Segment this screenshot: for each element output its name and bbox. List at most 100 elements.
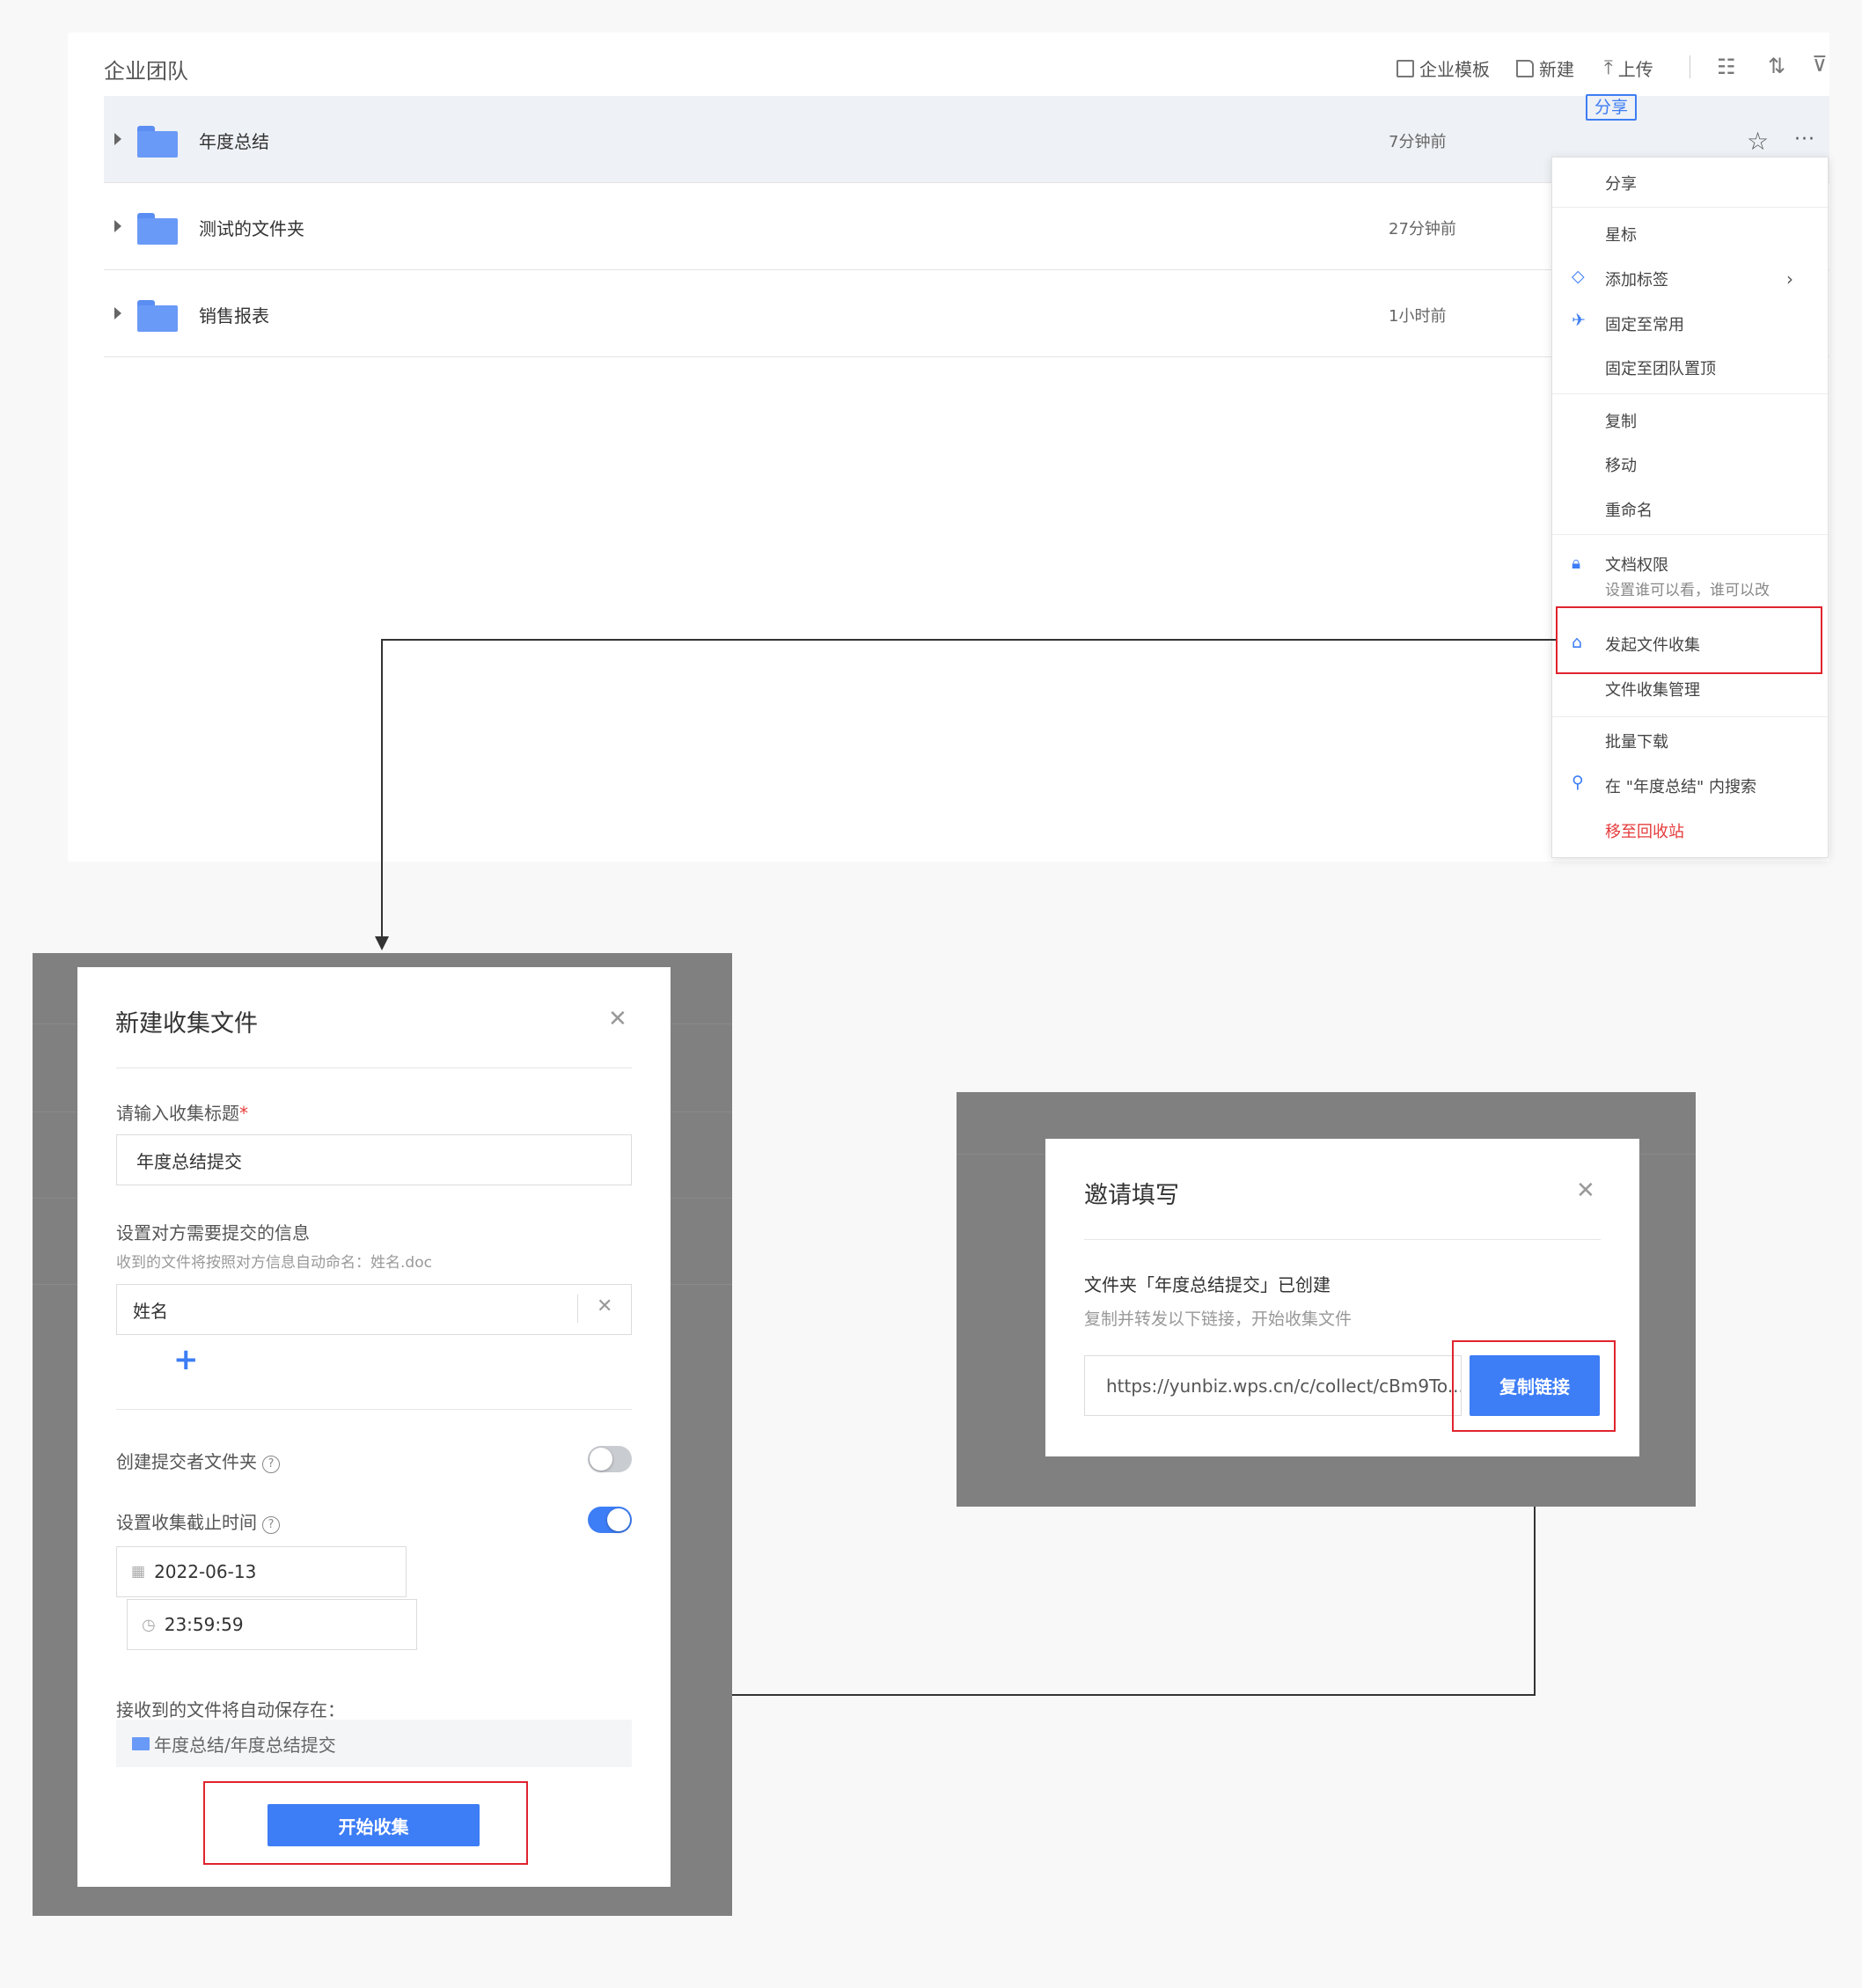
sort-icon[interactable]: ⇅ bbox=[1768, 54, 1785, 78]
clock-icon: ◷ bbox=[142, 1615, 156, 1634]
star-icon[interactable]: ☆ bbox=[1747, 127, 1769, 156]
modal-title: 新建收集文件 bbox=[115, 1010, 258, 1038]
date-value: 2022-06-13 bbox=[154, 1561, 257, 1582]
toggle-knob bbox=[607, 1508, 630, 1531]
pin-icon: ✈ bbox=[1572, 311, 1586, 330]
menu-divider bbox=[1552, 393, 1828, 394]
deadline-label: 设置收集截止时间? bbox=[116, 1508, 280, 1534]
menu-item-search-in[interactable]: 在 "年度总结" 内搜索 bbox=[1605, 774, 1756, 797]
remove-field-icon[interactable]: ✕ bbox=[597, 1295, 612, 1317]
create-folder-toggle[interactable] bbox=[588, 1446, 632, 1472]
date-picker[interactable]: ▦ 2022-06-13 bbox=[116, 1546, 407, 1597]
modified-time: 1小时前 bbox=[1389, 307, 1447, 326]
created-text: 文件夹「年度总结提交」已创建 bbox=[1084, 1274, 1331, 1295]
menu-item-permissions-desc: 设置谁可以看，谁可以改 bbox=[1605, 582, 1770, 599]
info-field-input[interactable]: 姓名 bbox=[116, 1284, 632, 1335]
new-collect-modal: 新建收集文件 ✕ 请输入收集标题* 年度总结提交 设置对方需要提交的信息 收到的… bbox=[77, 967, 671, 1887]
menu-item-rename[interactable]: 重命名 bbox=[1605, 498, 1653, 521]
new-label: 新建 bbox=[1539, 59, 1574, 80]
collect-title-input[interactable]: 年度总结提交 bbox=[116, 1134, 632, 1185]
info-label: 设置对方需要提交的信息 bbox=[116, 1222, 310, 1243]
search-icon: ⚲ bbox=[1572, 773, 1584, 792]
menu-divider bbox=[1552, 716, 1828, 717]
folder-icon bbox=[137, 300, 178, 332]
expand-caret-icon[interactable] bbox=[114, 307, 121, 319]
highlight-box bbox=[1452, 1340, 1616, 1432]
highlight-box bbox=[203, 1781, 528, 1865]
upload-icon: ⤒ bbox=[1604, 57, 1613, 79]
info-hint: 收到的文件将按照对方信息自动命名：姓名.doc bbox=[116, 1254, 432, 1272]
connector-line bbox=[381, 639, 1556, 641]
menu-item-pin-team-top[interactable]: 固定至团队置顶 bbox=[1605, 356, 1716, 379]
folder-icon bbox=[132, 1736, 150, 1750]
modified-time: 27分钟前 bbox=[1389, 220, 1456, 238]
chevron-right-icon: › bbox=[1786, 268, 1793, 290]
upload-label: 上传 bbox=[1617, 59, 1653, 80]
menu-divider bbox=[1552, 207, 1828, 208]
folder-name[interactable]: 年度总结 bbox=[199, 128, 269, 153]
save-path: 年度总结/年度总结提交 bbox=[116, 1720, 632, 1767]
context-menu: 分享 星标 ◇ 添加标签 › ✈ 固定至常用 固定至团队置顶 复制 移动 重命名… bbox=[1551, 157, 1829, 858]
time-picker[interactable]: ◷ 23:59:59 bbox=[127, 1599, 417, 1650]
folder-name[interactable]: 销售报表 bbox=[199, 302, 269, 327]
help-icon[interactable]: ? bbox=[262, 1456, 280, 1473]
connector-line bbox=[381, 639, 383, 938]
new-file-icon bbox=[1516, 59, 1534, 77]
save-location-label: 接收到的文件将自动保存在： bbox=[116, 1699, 345, 1720]
page-title: 企业团队 bbox=[104, 59, 188, 84]
help-icon[interactable]: ? bbox=[262, 1516, 280, 1534]
deadline-text: 设置收集截止时间 bbox=[116, 1512, 257, 1533]
create-folder-label: 创建提交者文件夹? bbox=[116, 1448, 280, 1473]
divider bbox=[1084, 1239, 1601, 1240]
template-label: 企业模板 bbox=[1419, 59, 1490, 80]
folder-icon bbox=[137, 213, 178, 245]
new-button[interactable]: 新建 bbox=[1516, 55, 1574, 81]
time-value: 23:59:59 bbox=[164, 1614, 244, 1635]
template-button[interactable]: 企业模板 bbox=[1396, 55, 1490, 81]
modified-time: 7分钟前 bbox=[1389, 133, 1447, 151]
required-mark: * bbox=[239, 1103, 248, 1124]
menu-item-collect-manage[interactable]: 文件收集管理 bbox=[1605, 678, 1700, 701]
share-button[interactable]: 分享 bbox=[1586, 94, 1637, 121]
invite-link-field[interactable]: https://yunbiz.wps.cn/c/collect/cBm9To..… bbox=[1084, 1355, 1462, 1416]
tag-icon: ◇ bbox=[1572, 267, 1585, 286]
menu-item-move[interactable]: 移动 bbox=[1605, 453, 1637, 476]
modal-title: 邀请填写 bbox=[1084, 1182, 1179, 1209]
title-label-text: 请输入收集标题 bbox=[116, 1103, 239, 1124]
info-field-value: 姓名 bbox=[133, 1300, 168, 1322]
divider bbox=[116, 1409, 632, 1410]
copy-hint: 复制并转发以下链接，开始收集文件 bbox=[1084, 1309, 1353, 1329]
title-field-label: 请输入收集标题* bbox=[116, 1099, 248, 1125]
menu-item-star[interactable]: 星标 bbox=[1605, 223, 1637, 246]
divider bbox=[116, 1067, 632, 1068]
toggle-knob bbox=[590, 1448, 612, 1471]
add-field-icon[interactable]: + bbox=[173, 1342, 199, 1377]
highlight-box bbox=[1556, 606, 1822, 674]
folder-icon bbox=[137, 126, 178, 158]
folder-name[interactable]: 测试的文件夹 bbox=[199, 215, 304, 240]
close-icon[interactable]: ✕ bbox=[1576, 1177, 1595, 1204]
expand-caret-icon[interactable] bbox=[114, 133, 121, 145]
menu-item-add-tag[interactable]: 添加标签 bbox=[1605, 268, 1668, 290]
calendar-icon: ▦ bbox=[131, 1563, 146, 1581]
menu-item-trash[interactable]: 移至回收站 bbox=[1605, 819, 1684, 842]
save-path-text: 年度总结/年度总结提交 bbox=[154, 1734, 336, 1756]
menu-item-permissions[interactable]: 文档权限 bbox=[1605, 553, 1668, 576]
expand-caret-icon[interactable] bbox=[114, 220, 121, 232]
menu-item-pin-common[interactable]: 固定至常用 bbox=[1605, 312, 1684, 335]
arrow-down-icon bbox=[375, 936, 389, 950]
filter-icon[interactable]: ⊽ bbox=[1812, 52, 1828, 77]
more-icon[interactable]: ··· bbox=[1794, 128, 1815, 150]
deadline-toggle[interactable] bbox=[588, 1507, 632, 1533]
menu-item-copy[interactable]: 复制 bbox=[1605, 409, 1637, 432]
upload-button[interactable]: ⤒ 上传 bbox=[1604, 55, 1653, 81]
lock-icon: 🔒︎ bbox=[1572, 554, 1581, 573]
close-icon[interactable]: ✕ bbox=[608, 1006, 627, 1032]
field-divider bbox=[577, 1295, 578, 1323]
menu-item-share[interactable]: 分享 bbox=[1605, 172, 1637, 194]
menu-divider bbox=[1552, 534, 1828, 535]
template-icon bbox=[1396, 59, 1414, 77]
view-toggle-icon[interactable]: ☷ bbox=[1717, 55, 1736, 79]
menu-item-batch-download[interactable]: 批量下载 bbox=[1605, 730, 1668, 752]
create-folder-text: 创建提交者文件夹 bbox=[116, 1451, 257, 1472]
